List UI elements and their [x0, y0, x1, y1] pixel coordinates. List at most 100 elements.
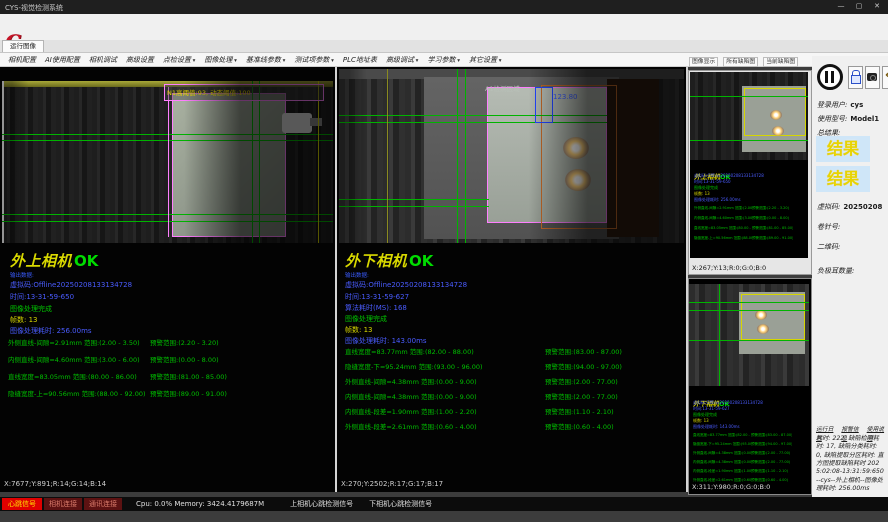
mini-measurement: 外侧直线-间隙=2.91mm 范围:(2.00 - 3.50): [694, 206, 752, 211]
mini-measurement: 直线宽度=83.05mm 范围:(80.00 - 86.00): [694, 226, 752, 231]
measurement-value: 直线宽度=83.77mm 范围:(82.00 - 88.00): [345, 346, 545, 356]
toolbar-image-processing[interactable]: 图像处理: [204, 55, 237, 65]
toolbar-ai-config[interactable]: AI使用配置: [45, 55, 80, 65]
roi-label-upper: N1高阈值:93, 动态阈值:100: [167, 87, 251, 97]
toolbar-other-settings[interactable]: 其它设置: [469, 55, 502, 65]
mini-measurement: 内侧直线-间隙=4.60mm 范围:(3.00 - 6.00): [694, 216, 752, 221]
menu-bar: C 系统配置 相机配置 通讯配置 IO卡配置 光源控制配置 查看 系统语言切换: [0, 14, 888, 41]
tab-run-image[interactable]: 运行图像: [2, 40, 44, 52]
dark-cavity: [607, 79, 659, 237]
camera-output-tag-lower: 输出数据:: [345, 271, 433, 279]
mini-process-cost: 图像处理耗时: 256.00ms: [694, 197, 741, 203]
measurement-value: 直线宽度=83.05mm 范围:(80.00 - 86.00): [8, 371, 150, 381]
toolbar-advanced-debug[interactable]: 高级调试: [386, 55, 419, 65]
exit-button[interactable]: ←: [882, 66, 888, 89]
comm-link-badge: 通讯连接: [84, 498, 122, 510]
upper-camera-heartbeat: 上相机心跳检测信号: [290, 499, 353, 509]
mini-measurement-warn: 预警范围:(0.00 - 8.00): [752, 216, 789, 221]
result-badge-lower: 结果: [816, 166, 870, 192]
minimize-button[interactable]: —: [832, 0, 850, 13]
mini-measurement: 直线宽度=83.77mm 范围:(82.00 - 88.00): [693, 433, 751, 438]
blue-measure-box: [535, 87, 553, 123]
camera-image-lower[interactable]: 123.80 A1检测区域: [339, 69, 684, 243]
mini-measurement-warn: 预警范围:(2.00 - 77.00): [751, 460, 790, 465]
measurement-value: 隐缝宽度-上=90.56mm 范围:(88.00 - 92.00): [8, 388, 150, 398]
camera-view-lower[interactable]: 123.80 A1检测区域 外下相机OK 输出数据: 虚拟码:Offline20…: [337, 67, 688, 492]
measurement-warn: 预警范围:(94.00 - 97.00): [545, 363, 622, 371]
measurement-row: 隐缝宽度-上=90.56mm 范围:(88.00 - 92.00)预警范围:(8…: [8, 388, 227, 398]
pause-button[interactable]: [817, 64, 843, 90]
measurement-warn: 预警范围:(81.00 - 85.00): [150, 373, 227, 381]
toolbar-baseline-params[interactable]: 基准线参数: [246, 55, 286, 65]
close-button[interactable]: ✕: [868, 0, 886, 13]
model-row: 使用型号:Model1: [817, 114, 879, 124]
toolbar-camera-debug[interactable]: 相机调试: [89, 55, 117, 65]
measurement-row: 内侧直线-间隙=4.60mm 范围:(3.00 - 6.00)预警范围:(0.0…: [8, 354, 219, 364]
toolbar-camera-config[interactable]: 相机配置: [8, 55, 36, 65]
measurement-warn: 预警范围:(0.00 - 8.00): [150, 356, 219, 364]
process-cost-lower: 图像处理耗时: 143.00ms: [345, 336, 427, 346]
measurement-row: 外侧直线-间隙=4.38mm 范围:(0.00 - 9.00)预警范围:(2.0…: [345, 376, 618, 386]
thumb-tab-all-defects[interactable]: 所有缺陷图: [723, 57, 758, 67]
measurement-warn: 预警范围:(0.60 - 4.00): [545, 423, 614, 431]
virtual-code-value: 20250208: [843, 203, 882, 211]
inspected-part: [487, 87, 607, 223]
model-label: 使用型号:: [817, 115, 847, 123]
capture-time-upper: 时间:13-31-59-650: [10, 292, 74, 302]
mini-measurement: 内侧直线-段差=1.90mm 范围:(1.00 - 2.20): [693, 469, 751, 474]
frame-count-upper: 帧数: 13: [10, 315, 38, 325]
thumb-tab-current-defects[interactable]: 当前缺陷图: [763, 57, 798, 67]
status-bar: 心跳信号 相机连接 通讯连接 Cpu: 0.0% Memory: 3424.41…: [0, 497, 888, 511]
cpu-memory-status: Cpu: 0.0% Memory: 3424.4179687M: [136, 500, 264, 508]
pause-icon: [825, 71, 828, 83]
mini-measurement-warn: 预警范围:(1.10 - 2.10): [751, 469, 788, 474]
thumbnail-view-lower[interactable]: 外下相机OK 虚拟码:Offline20250208133134728 时间:1…: [688, 278, 812, 495]
scene-top-strip: [339, 69, 684, 79]
measurement-warn: 预警范围:(1.10 - 2.10): [545, 408, 614, 416]
thumbnail-view-upper[interactable]: 外上相机OK 虚拟码:Offline20250208133134728 时间:1…: [688, 70, 812, 275]
measurement-row: 直线宽度=83.05mm 范围:(80.00 - 86.00)预警范围:(81.…: [8, 371, 227, 381]
toolbar-plc-address-table[interactable]: PLC地址表: [343, 55, 377, 65]
login-user-value: cys: [850, 101, 863, 109]
toolbar-learning-params[interactable]: 学习参数: [427, 55, 460, 65]
measurement-warn: 预警范围:(2.00 - 77.00): [545, 378, 618, 386]
log-text[interactable]: 耗时: 222, 缺陷检测耗时: 17, 缺陷分类耗时: 0, 缺陷提取分区耗时…: [816, 435, 884, 494]
measurement-warn: 预警范围:(83.00 - 87.00): [545, 348, 622, 356]
thumb-tab-image[interactable]: 图像显示: [689, 57, 718, 67]
pixel-coords-lower: X:270;Y:2502;R:17;G:17;B:17: [341, 480, 443, 488]
exit-icon: ←: [883, 70, 888, 81]
thumbnail-lower-scene: [689, 284, 809, 386]
camera-status-upper: OK: [74, 252, 98, 270]
lock-icon: [851, 75, 861, 84]
measurement-row: 内侧直线-间隙=4.38mm 范围:(0.00 - 9.00)预警范围:(2.0…: [345, 391, 618, 401]
camera-name-upper: 外上相机: [10, 252, 72, 270]
mini-measurement-warn: 预警范围:(89.00 - 91.00): [752, 236, 793, 241]
camera-title-upper: 外上相机OK 输出数据:: [10, 250, 98, 279]
thumbnail-upper-canvas: 外上相机OK 虚拟码:Offline20250208133134728 时间:1…: [690, 72, 808, 258]
mini-process-cost: 图像处理耗时: 143.00ms: [693, 424, 740, 430]
mini-measurement-warn: 预警范围:(94.00 - 97.00): [751, 442, 792, 447]
toolbar-advanced-settings[interactable]: 高级设置: [126, 55, 154, 65]
tab-row: 运行图像: [0, 40, 888, 53]
mini-measurement-warn: 预警范围:(2.00 - 77.00): [751, 451, 790, 456]
thumbnail-upper-scene: [690, 72, 808, 160]
toolbar-test-params[interactable]: 测试项参数: [294, 55, 334, 65]
algo-cost-lower: 算法耗时(MS): 168: [345, 303, 407, 313]
heartbeat-badge: 心跳信号: [2, 498, 42, 510]
yellow-roi-box: [741, 294, 805, 340]
camera-title-lower: 外下相机OK 输出数据:: [345, 250, 433, 279]
pixel-coords-thumb-lower: X:311;Y:980;R:0;G:0;B:0: [692, 483, 770, 491]
lock-button[interactable]: [848, 66, 863, 89]
login-user-row: 登录用户:cys: [817, 100, 863, 110]
maximize-button[interactable]: ▢: [850, 0, 868, 13]
blue-measure-value: 123.80: [553, 93, 578, 101]
camera-icon: [870, 75, 876, 81]
camera-button[interactable]: [865, 66, 880, 89]
measurement-value: 内侧直线-段差=1.90mm 范围:(1.00 - 2.20): [345, 406, 545, 416]
camera-image-upper[interactable]: N1高阈值:93, 动态阈值:100: [2, 81, 333, 243]
camera-view-upper[interactable]: N1高阈值:93, 动态阈值:100 外上相机OK 输出数据: 虚拟码:Offl…: [0, 67, 337, 492]
window-title: CYS-视觉检测系统: [5, 3, 63, 13]
tab-count-label: 负极耳数量:: [817, 266, 854, 276]
toolbar-spotcheck-settings[interactable]: 点检设置: [163, 55, 196, 65]
login-user-label: 登录用户:: [817, 101, 847, 109]
